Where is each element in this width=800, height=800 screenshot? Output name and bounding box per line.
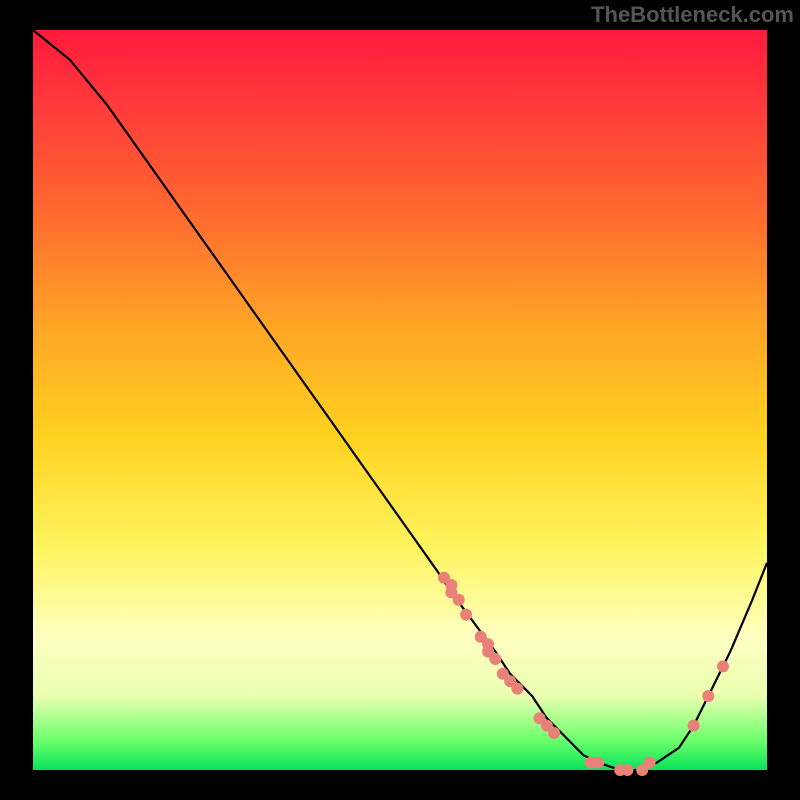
data-point bbox=[592, 757, 604, 769]
data-point bbox=[644, 757, 656, 769]
bottleneck-curve bbox=[33, 30, 767, 770]
data-point bbox=[453, 594, 465, 606]
chart-overlay bbox=[33, 30, 767, 770]
data-point bbox=[622, 764, 634, 776]
data-point bbox=[688, 720, 700, 732]
data-point bbox=[548, 727, 560, 739]
data-point bbox=[511, 683, 523, 695]
data-point bbox=[717, 660, 729, 672]
data-point bbox=[489, 653, 501, 665]
chart-container: TheBottleneck.com bbox=[0, 0, 800, 800]
data-point bbox=[702, 690, 714, 702]
data-point bbox=[460, 609, 472, 621]
watermark-text: TheBottleneck.com bbox=[591, 2, 794, 28]
data-points-group bbox=[438, 572, 729, 776]
